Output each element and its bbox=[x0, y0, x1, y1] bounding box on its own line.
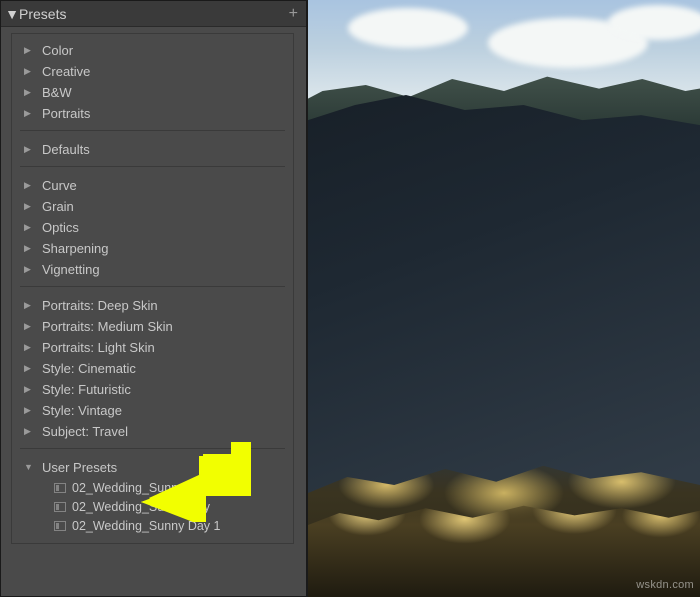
chevron-right-icon: ▶ bbox=[24, 243, 42, 254]
preset-icon bbox=[54, 502, 72, 512]
divider bbox=[20, 448, 285, 449]
chevron-right-icon: ▶ bbox=[24, 66, 42, 77]
chevron-down-icon: ▼ bbox=[24, 462, 42, 472]
folder-label: User Presets bbox=[42, 460, 117, 475]
divider bbox=[20, 130, 285, 131]
folder-label: Portraits: Light Skin bbox=[42, 340, 155, 355]
divider bbox=[20, 166, 285, 167]
folder-label: Portraits: Medium Skin bbox=[42, 319, 173, 334]
panel-title: Presets bbox=[19, 6, 289, 22]
preset-item[interactable]: 02_Wedding_Sunny Day 1 bbox=[16, 516, 289, 535]
preview-image: wskdn.com bbox=[308, 0, 700, 597]
folder-style-futuristic[interactable]: ▶ Style: Futuristic bbox=[16, 379, 289, 400]
chevron-right-icon: ▶ bbox=[24, 45, 42, 56]
folder-label: Portraits bbox=[42, 106, 90, 121]
chevron-right-icon: ▶ bbox=[24, 342, 42, 353]
preset-label: 02_Wedding_Sunny Day 1 bbox=[72, 519, 221, 533]
preset-item[interactable]: 02_Wedding_Sunny Day bbox=[16, 497, 289, 516]
chevron-right-icon: ▶ bbox=[24, 264, 42, 275]
chevron-right-icon: ▶ bbox=[24, 384, 42, 395]
chevron-right-icon: ▶ bbox=[24, 108, 42, 119]
folder-style-vintage[interactable]: ▶ Style: Vintage bbox=[16, 400, 289, 421]
panel-disclosure-icon: ▼ bbox=[5, 6, 19, 22]
folder-vignetting[interactable]: ▶ Vignetting bbox=[16, 259, 289, 280]
presets-panel: ▼ Presets + ▶ Color ▶ Creative ▶ B&W ▶ P… bbox=[0, 0, 308, 597]
folder-label: Vignetting bbox=[42, 262, 100, 277]
folder-defaults[interactable]: ▶ Defaults bbox=[16, 139, 289, 160]
preset-icon bbox=[54, 483, 72, 493]
folder-label: Color bbox=[42, 43, 73, 58]
folder-optics[interactable]: ▶ Optics bbox=[16, 217, 289, 238]
chevron-right-icon: ▶ bbox=[24, 87, 42, 98]
chevron-right-icon: ▶ bbox=[24, 426, 42, 437]
folder-style-cinematic[interactable]: ▶ Style: Cinematic bbox=[16, 358, 289, 379]
folder-label: Creative bbox=[42, 64, 90, 79]
watermark: wskdn.com bbox=[636, 579, 694, 591]
cloud bbox=[348, 8, 468, 48]
folder-label: Subject: Travel bbox=[42, 424, 128, 439]
folder-label: Style: Futuristic bbox=[42, 382, 131, 397]
folder-portraits[interactable]: ▶ Portraits bbox=[16, 103, 289, 124]
folder-user-presets[interactable]: ▼ User Presets bbox=[16, 457, 289, 478]
preset-list: ▶ Color ▶ Creative ▶ B&W ▶ Portraits ▶ D… bbox=[11, 33, 294, 544]
folder-portraits-light[interactable]: ▶ Portraits: Light Skin bbox=[16, 337, 289, 358]
chevron-right-icon: ▶ bbox=[24, 222, 42, 233]
folder-creative[interactable]: ▶ Creative bbox=[16, 61, 289, 82]
folder-curve[interactable]: ▶ Curve bbox=[16, 175, 289, 196]
folder-label: Portraits: Deep Skin bbox=[42, 298, 158, 313]
folder-label: Grain bbox=[42, 199, 74, 214]
preset-item[interactable]: 02_Wedding_Sunny Day bbox=[16, 478, 289, 497]
chevron-right-icon: ▶ bbox=[24, 321, 42, 332]
folder-sharpening[interactable]: ▶ Sharpening bbox=[16, 238, 289, 259]
folder-label: Style: Cinematic bbox=[42, 361, 136, 376]
folder-portraits-medium[interactable]: ▶ Portraits: Medium Skin bbox=[16, 316, 289, 337]
chevron-right-icon: ▶ bbox=[24, 405, 42, 416]
chevron-right-icon: ▶ bbox=[24, 363, 42, 374]
chevron-right-icon: ▶ bbox=[24, 144, 42, 155]
folder-grain[interactable]: ▶ Grain bbox=[16, 196, 289, 217]
panel-header[interactable]: ▼ Presets + bbox=[1, 1, 306, 27]
folder-color[interactable]: ▶ Color bbox=[16, 40, 289, 61]
preset-label: 02_Wedding_Sunny Day bbox=[72, 481, 210, 495]
panel-body: ▶ Color ▶ Creative ▶ B&W ▶ Portraits ▶ D… bbox=[1, 27, 306, 596]
cloud bbox=[608, 5, 700, 40]
preset-icon bbox=[54, 521, 72, 531]
folder-subject-travel[interactable]: ▶ Subject: Travel bbox=[16, 421, 289, 442]
folder-label: Curve bbox=[42, 178, 77, 193]
chevron-right-icon: ▶ bbox=[24, 201, 42, 212]
chevron-right-icon: ▶ bbox=[24, 300, 42, 311]
folder-label: Optics bbox=[42, 220, 79, 235]
folder-label: Sharpening bbox=[42, 241, 109, 256]
preset-label: 02_Wedding_Sunny Day bbox=[72, 500, 210, 514]
folder-label: Defaults bbox=[42, 142, 90, 157]
folder-label: B&W bbox=[42, 85, 72, 100]
add-preset-button[interactable]: + bbox=[289, 5, 298, 23]
chevron-right-icon: ▶ bbox=[24, 180, 42, 191]
divider bbox=[20, 286, 285, 287]
folder-label: Style: Vintage bbox=[42, 403, 122, 418]
folder-portraits-deep[interactable]: ▶ Portraits: Deep Skin bbox=[16, 295, 289, 316]
folder-bw[interactable]: ▶ B&W bbox=[16, 82, 289, 103]
